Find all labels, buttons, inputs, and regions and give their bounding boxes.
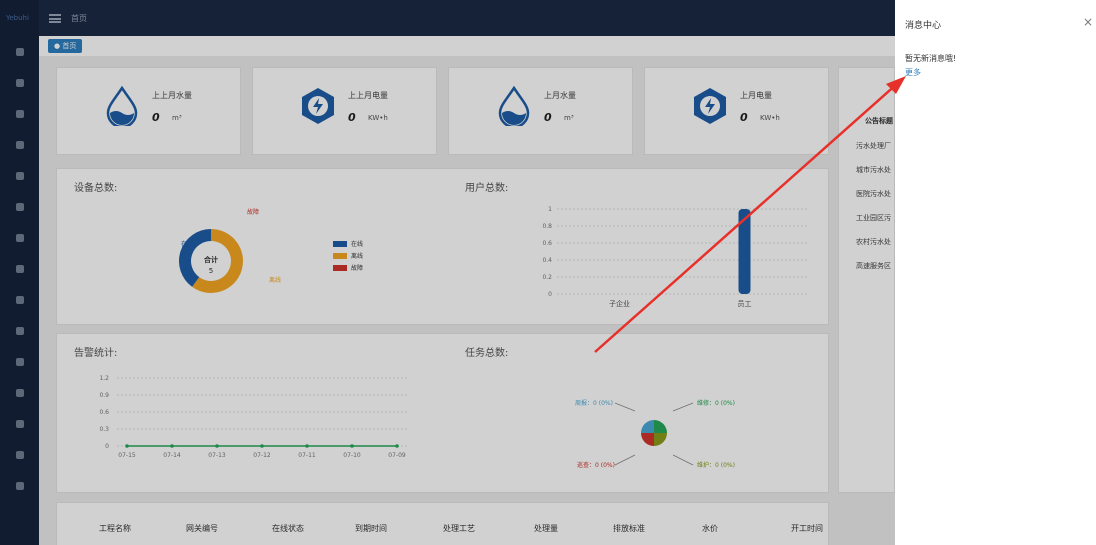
message-center-drawer: 消息中心 × 暂无新消息哦! 更多 [895, 0, 1096, 545]
drawer-title: 消息中心 [905, 21, 942, 31]
modal-overlay[interactable] [0, 0, 895, 545]
empty-message: 暂无新消息哦! [905, 54, 957, 63]
more-link[interactable]: 更多 [905, 67, 921, 78]
close-icon[interactable]: × [1083, 15, 1093, 29]
